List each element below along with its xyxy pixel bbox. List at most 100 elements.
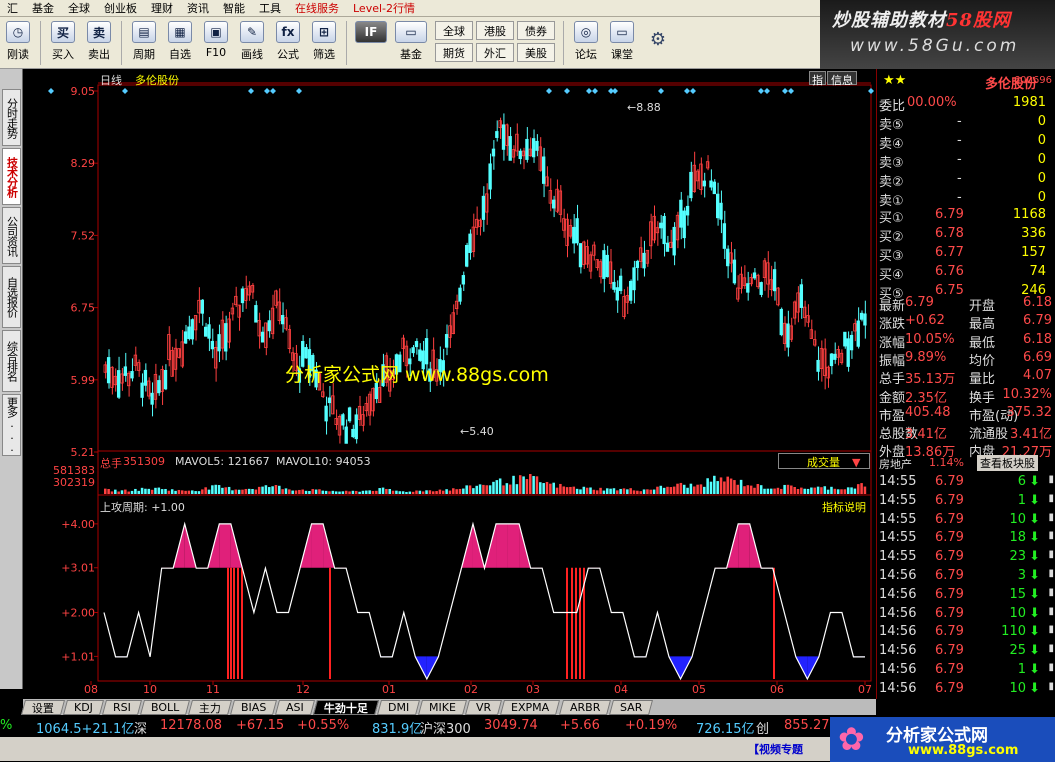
- quick-button[interactable]: 债券: [517, 21, 555, 40]
- indicator-tab[interactable]: 主力: [188, 699, 233, 715]
- toolbar-button[interactable]: ◷ 刚读: [0, 21, 36, 62]
- indicator-tab[interactable]: 设置: [20, 699, 66, 715]
- indicator-high-fill: [219, 523, 231, 568]
- menu-item[interactable]: 汇: [0, 0, 25, 16]
- menu-item[interactable]: Level-2行情: [346, 0, 422, 16]
- candle-body: [327, 397, 332, 404]
- indicator-tab[interactable]: SAR: [608, 699, 654, 715]
- indicator-tab[interactable]: MIKE: [418, 699, 468, 715]
- volume-bar: [438, 489, 442, 494]
- menu-item[interactable]: 资讯: [180, 0, 216, 16]
- tick-marker-icon: ▮: [1048, 680, 1054, 692]
- volume-bar: [552, 482, 555, 494]
- candle-body: [488, 163, 492, 190]
- arrow-down-icon: ⬇: [1029, 643, 1040, 659]
- volume-bar: [662, 487, 666, 494]
- left-tab[interactable]: 分时走势: [2, 89, 21, 146]
- menu-item[interactable]: 创业板: [97, 0, 144, 16]
- price-tick: 6.75: [71, 302, 96, 315]
- toolbar-button[interactable]: ⊞ 筛选: [306, 21, 342, 62]
- indicator-tab[interactable]: EXPMA: [500, 699, 561, 715]
- stat-label: 涨幅: [879, 335, 906, 351]
- indicator-tab[interactable]: BIAS: [230, 699, 278, 715]
- toolbar-button[interactable]: fx 公式: [270, 21, 306, 62]
- candle-body: [116, 370, 121, 398]
- toolbar-button[interactable]: ▣ F10: [198, 21, 234, 59]
- status-s9: 3049.74: [484, 718, 538, 733]
- volume-bar: [616, 490, 619, 494]
- indicator-tab[interactable]: DMI: [377, 699, 421, 715]
- stat-value: 405.48: [905, 404, 951, 420]
- stat-value: 4.07: [1023, 368, 1052, 384]
- toolbar-button[interactable]: ▤ 周期: [126, 21, 162, 62]
- candle-body: [682, 210, 686, 239]
- info-tag[interactable]: 信息: [827, 71, 857, 87]
- indicator-tab[interactable]: RSI: [101, 699, 142, 715]
- left-tab[interactable]: 更多...: [2, 394, 21, 456]
- toolbar-button[interactable]: ✎ 画线: [234, 21, 270, 62]
- toolbar-button[interactable]: ▦ 自选: [162, 21, 198, 62]
- indicator-tab[interactable]: ARBR: [558, 699, 611, 715]
- candle-body: [863, 313, 867, 326]
- volume-bar: [575, 488, 579, 494]
- candle-body: [461, 275, 466, 285]
- video-link[interactable]: 【视频专题: [748, 741, 803, 757]
- volume-bar: [110, 491, 114, 494]
- left-tab[interactable]: 综合排名: [2, 330, 21, 392]
- indicator-tab[interactable]: KDJ: [62, 699, 104, 715]
- quick-button[interactable]: 期货: [435, 43, 473, 62]
- stat-label: 涨跌: [879, 317, 906, 333]
- quick-button[interactable]: 美股: [517, 43, 555, 62]
- if-button[interactable]: IF: [351, 21, 391, 46]
- indicator-tick: +1.01: [61, 650, 95, 663]
- volume-bar: [498, 478, 502, 494]
- indicator-tick: +2.00: [61, 607, 95, 620]
- quick-button[interactable]: 外汇: [476, 43, 514, 62]
- volume-bar: [254, 489, 258, 494]
- volume-bar: [853, 488, 857, 494]
- menu-item[interactable]: 基金: [25, 0, 61, 16]
- volume-bar: [244, 488, 248, 494]
- toolbar-button[interactable]: ▭ 课堂: [604, 21, 640, 62]
- volume-bar: [388, 489, 391, 494]
- left-tab[interactable]: 公司资讯: [2, 207, 21, 264]
- indicator-tab[interactable]: 牛劲十足: [313, 699, 380, 715]
- left-tab[interactable]: 技术分析: [2, 148, 21, 205]
- menu-item[interactable]: 智能: [216, 0, 252, 16]
- candle-body: [659, 222, 663, 229]
- sector-button[interactable]: 查看板块股: [977, 455, 1038, 471]
- volume-bar: [204, 487, 207, 494]
- candle-body: [635, 260, 640, 268]
- indicator-tab[interactable]: BOLL: [139, 699, 191, 715]
- volume-bar: [840, 489, 843, 494]
- menu-item[interactable]: 全球: [61, 0, 97, 16]
- indicator-tab[interactable]: ASI: [275, 699, 316, 715]
- menu-item[interactable]: 理财: [144, 0, 180, 16]
- volume-bar: [365, 490, 368, 494]
- volume-bar: [820, 487, 823, 494]
- volume-bar: [104, 488, 107, 494]
- indicator-help-button[interactable]: 指标说明: [822, 499, 866, 515]
- tick-time: 14:56: [879, 662, 917, 677]
- period-icon: ▤: [132, 21, 156, 43]
- order-volume: 0: [1037, 114, 1046, 129]
- arrow-down-icon: ⬇: [1029, 492, 1040, 508]
- settings-button[interactable]: ⚙: [640, 21, 676, 50]
- fund-button[interactable]: ▭ 基金: [391, 21, 431, 62]
- left-tab[interactable]: 自选报价: [2, 266, 21, 328]
- indicator-tab[interactable]: VR: [465, 699, 503, 715]
- menu-item[interactable]: 工具: [252, 0, 288, 16]
- price-tick: 9.05: [71, 85, 96, 98]
- quick-button[interactable]: 港股: [476, 21, 514, 40]
- indicator-tag[interactable]: 指: [809, 71, 826, 87]
- toolbar-button[interactable]: ◎ 论坛: [568, 21, 604, 62]
- volume-bar: [753, 487, 756, 494]
- volume-dropdown[interactable]: 成交量 ▼: [778, 453, 870, 469]
- menu-item[interactable]: 在线服务: [288, 0, 346, 16]
- site-logo: ✿ 分析家公式网 www.88gs.com: [830, 717, 1055, 762]
- toolbar-button[interactable]: 买买入: [45, 21, 81, 62]
- toolbar-button[interactable]: 卖卖出: [81, 21, 117, 62]
- toolbar-button-label: 论坛: [575, 48, 597, 61]
- tick-marker-icon: ▮: [1048, 492, 1054, 504]
- quick-button[interactable]: 全球: [435, 21, 473, 40]
